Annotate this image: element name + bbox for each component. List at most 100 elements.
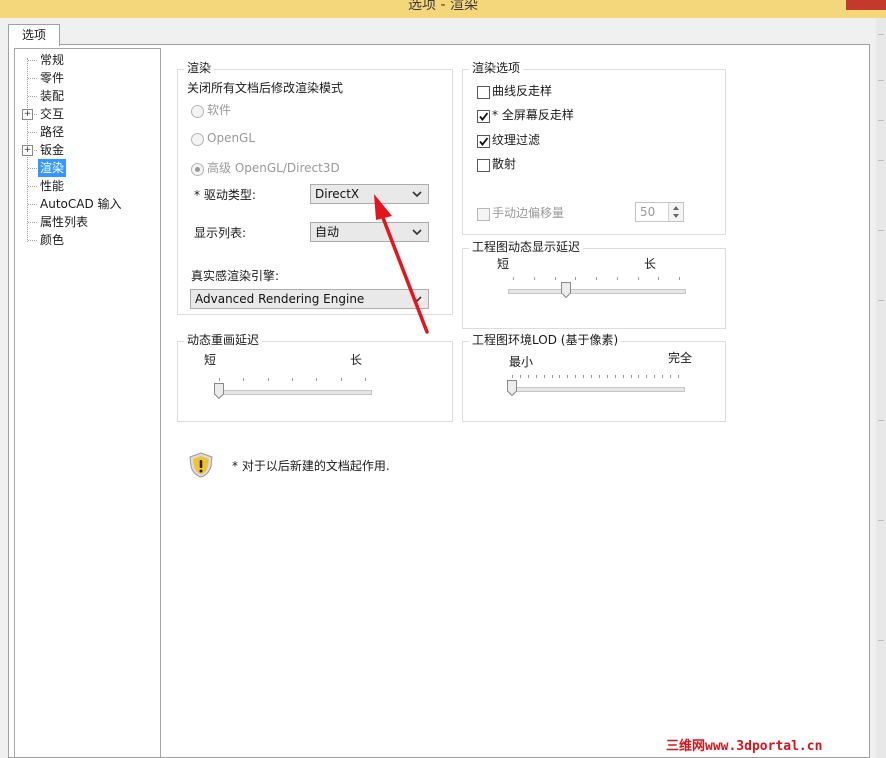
- drawing-dynamic-delay-title: 工程图动态显示延迟: [469, 240, 584, 254]
- slider-track[interactable]: [508, 289, 686, 294]
- tree-branch-line: [28, 132, 37, 133]
- slider-tick: [552, 375, 553, 378]
- radio-opengl-label: OpenGL: [207, 131, 256, 145]
- slider-tick: [599, 375, 600, 378]
- slider-tick: [219, 378, 220, 381]
- slider-tick: [591, 375, 592, 378]
- slider-tick: [638, 277, 639, 280]
- display-list-value: 自动: [315, 225, 340, 239]
- radio-software[interactable]: [191, 105, 204, 118]
- close-button[interactable]: [846, 0, 886, 10]
- tree-item[interactable]: 颜色: [38, 231, 66, 249]
- texture-filter-label: 纹理过滤: [492, 133, 541, 147]
- slider-tick: [513, 277, 514, 280]
- tree-expand-icon[interactable]: +: [22, 145, 33, 156]
- scatter-checkbox[interactable]: [477, 159, 490, 172]
- slider-tick: [520, 375, 521, 378]
- drawing-env-lod-max: 完全: [668, 351, 693, 365]
- annotation-arrow: [374, 194, 429, 334]
- tree-item[interactable]: 装配: [38, 87, 66, 105]
- window-edge: [876, 18, 886, 758]
- manual-edge-offset-checkbox[interactable]: [477, 208, 490, 221]
- caret-down-icon: [673, 214, 679, 218]
- tree-item[interactable]: AutoCAD 输入: [38, 195, 124, 213]
- tree-branch-line: [28, 60, 37, 61]
- render-group-title: 渲染: [184, 61, 215, 75]
- tree-branch-line: [28, 96, 37, 97]
- tree-branch-line: [28, 186, 37, 187]
- dynamic-redraw-delay-min: 短: [204, 353, 217, 367]
- radio-advanced-opengl[interactable]: [191, 163, 204, 176]
- manual-edge-offset-label: 手动边偏移量: [492, 206, 565, 220]
- slider-thumb[interactable]: [214, 383, 224, 399]
- spin-up-button[interactable]: [668, 203, 683, 212]
- slider-tick: [365, 378, 366, 381]
- tree-item[interactable]: 性能: [38, 177, 66, 195]
- tree-item[interactable]: 渲染: [38, 159, 67, 177]
- slider-tick: [615, 375, 616, 378]
- tab-options[interactable]: 选项: [8, 24, 60, 46]
- slider-tick: [534, 277, 535, 280]
- slider-tick: [678, 375, 679, 378]
- slider-tick: [341, 378, 342, 381]
- slider-tick: [638, 375, 639, 378]
- slider-track[interactable]: [214, 390, 372, 395]
- slider-tick: [623, 375, 624, 378]
- tree-item[interactable]: 零件: [38, 69, 66, 87]
- tree-item[interactable]: 路径: [38, 123, 66, 141]
- radio-software-label: 软件: [207, 103, 232, 117]
- curve-antialias-checkbox[interactable]: [477, 86, 490, 99]
- check-icon: [479, 112, 489, 121]
- dynamic-redraw-delay-group: [177, 341, 453, 422]
- edge-offset-value: 50: [640, 205, 656, 219]
- driver-type-label: * 驱动类型:: [194, 188, 256, 202]
- tree-branch-line: [28, 222, 37, 223]
- slider-thumb[interactable]: [507, 380, 517, 396]
- dynamic-redraw-delay-max: 长: [350, 353, 363, 367]
- drawing-dynamic-delay-max: 长: [644, 257, 657, 271]
- realistic-engine-label: 真实感渲染引擎:: [191, 269, 280, 283]
- spin-down-button[interactable]: [668, 212, 683, 221]
- realistic-engine-value: Advanced Rendering Engine: [195, 292, 365, 306]
- window-titlebar: 选项 - 渲染: [0, 0, 886, 18]
- tree-item[interactable]: 常规: [38, 51, 66, 69]
- display-list-label: 显示列表:: [194, 226, 247, 240]
- slider-tick: [670, 375, 671, 378]
- tree-expand-icon[interactable]: +: [22, 109, 33, 120]
- texture-filter-checkbox[interactable]: [477, 135, 490, 148]
- scatter-label: 散射: [492, 157, 517, 171]
- tree-item[interactable]: 钣金: [38, 141, 66, 159]
- window-title: 选项 - 渲染: [408, 0, 478, 13]
- tree-branch-line: [28, 240, 37, 241]
- warning-shield-icon: [189, 452, 213, 478]
- render-options-title: 渲染选项: [469, 61, 524, 75]
- slider-tick: [555, 277, 556, 280]
- edge-offset-spinner[interactable]: 50: [635, 202, 684, 222]
- radio-opengl[interactable]: [191, 133, 204, 146]
- slider-tick: [646, 375, 647, 378]
- footer-note: * 对于以后新建的文档起作用.: [232, 459, 390, 473]
- tree-branch-line: [28, 78, 37, 79]
- slider-tick: [575, 375, 576, 378]
- slider-tick: [528, 375, 529, 378]
- slider-tick: [631, 375, 632, 378]
- tree-branch-line: [28, 204, 37, 205]
- slider-tick: [544, 375, 545, 378]
- radio-advanced-opengl-label: 高级 OpenGL/Direct3D: [207, 161, 340, 175]
- tree-item[interactable]: 交互: [38, 105, 66, 123]
- slider-tick: [654, 375, 655, 378]
- drawing-env-lod-title: 工程图环境LOD (基于像素): [469, 333, 622, 347]
- slider-tick: [658, 277, 659, 280]
- tree-item[interactable]: 属性列表: [38, 213, 90, 231]
- slider-tick: [536, 375, 537, 378]
- fullscreen-antialias-checkbox[interactable]: [477, 110, 490, 123]
- watermark: 三维网www.3dportal.cn: [666, 739, 823, 754]
- slider-thumb[interactable]: [561, 282, 571, 298]
- slider-tick: [268, 378, 269, 381]
- slider-tick: [316, 378, 317, 381]
- caret-up-icon: [673, 206, 679, 210]
- options-tree[interactable]: [14, 48, 161, 757]
- slider-track[interactable]: [507, 387, 685, 392]
- slider-tick: [662, 375, 663, 378]
- curve-antialias-label: 曲线反走样: [492, 84, 553, 98]
